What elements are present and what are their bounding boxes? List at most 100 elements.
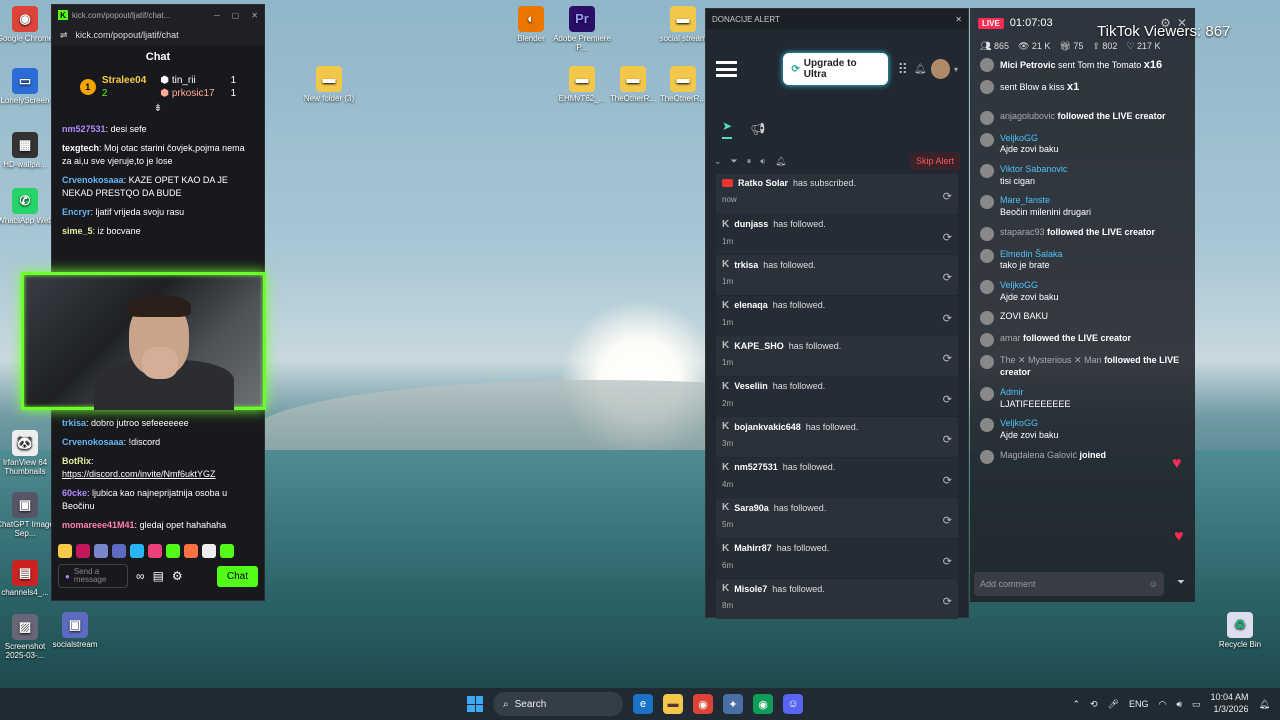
- chat-username[interactable]: BotRix: [62, 456, 91, 466]
- language-indicator[interactable]: ENG: [1129, 699, 1149, 709]
- network-icon[interactable]: ⟲: [1090, 699, 1098, 710]
- emoji-icon[interactable]: ☺: [1149, 579, 1158, 589]
- chrome-icon[interactable]: ◉: [693, 694, 713, 714]
- taskbar-search[interactable]: ⌕ Search: [493, 692, 623, 716]
- clock[interactable]: 10:04 AM 1/3/2026: [1211, 692, 1249, 715]
- emote-icon[interactable]: [148, 544, 162, 558]
- emote-icon[interactable]: [130, 544, 144, 558]
- chat-username[interactable]: sime_5: [62, 226, 93, 236]
- desktop-icon-socialstream[interactable]: ▣ socialstream: [44, 612, 106, 649]
- emote-icon[interactable]: [112, 544, 126, 558]
- notification-bell-icon[interactable]: 🔔︎: [1259, 699, 1270, 710]
- replay-icon[interactable]: ⟳: [943, 312, 952, 325]
- kick-icon: K: [722, 380, 730, 392]
- discord-icon[interactable]: ☺: [783, 694, 803, 714]
- alert-name: Ratko Solar: [738, 178, 789, 188]
- chat-username[interactable]: trkisa: [62, 418, 86, 428]
- chat-username[interactable]: Encryr: [62, 207, 91, 217]
- desktop-icon[interactable]: 🐼 IrfanView 64 Thumbnails: [0, 430, 56, 476]
- apps-grid-icon[interactable]: ⠿: [898, 61, 908, 78]
- minimize-icon[interactable]: ─: [214, 11, 220, 20]
- replay-icon[interactable]: ⟳: [943, 190, 952, 203]
- desktop-icon[interactable]: ▭ LonelyScreen: [0, 68, 56, 105]
- desktop-icon[interactable]: ▦ HD-wallpa...: [0, 132, 56, 169]
- message-input[interactable]: ● Send a message: [58, 564, 128, 588]
- chrome-canary-icon[interactable]: ◉: [753, 694, 773, 714]
- settings-gear-icon[interactable]: ⚙: [172, 569, 183, 583]
- replay-icon[interactable]: ⟳: [943, 352, 952, 365]
- emote-icon[interactable]: [220, 544, 234, 558]
- chevron-down-icon[interactable]: ▾: [954, 65, 958, 74]
- emote-icon[interactable]: [94, 544, 108, 558]
- emote-icon[interactable]: [58, 544, 72, 558]
- desktop-icon[interactable]: ▤ channels4_...: [0, 560, 56, 597]
- chat-username[interactable]: texgtech: [62, 143, 99, 153]
- dona-toolbar: ⟳ Upgrade to Ultra ⠿ 🔔︎ ▾ ➤: [706, 29, 968, 109]
- replay-icon[interactable]: ⟳: [943, 271, 952, 284]
- filter-icon[interactable]: ⏷: [731, 156, 738, 167]
- close-icon[interactable]: ✕: [251, 11, 258, 20]
- emote-icon[interactable]: [166, 544, 180, 558]
- replay-icon[interactable]: ⟳: [943, 433, 952, 446]
- app-icon[interactable]: ✦: [723, 694, 743, 714]
- edge-icon[interactable]: e: [633, 694, 653, 714]
- maximize-icon[interactable]: ▢: [232, 11, 240, 20]
- chat-username[interactable]: 60cke: [62, 488, 87, 498]
- emote-icon[interactable]: [76, 544, 90, 558]
- bell-icon[interactable]: 🔔︎: [914, 64, 927, 75]
- volume-icon[interactable]: 🔊︎: [1176, 699, 1182, 710]
- battery-icon[interactable]: ▭: [1192, 699, 1201, 710]
- add-comment-input[interactable]: Add comment ☺: [974, 572, 1164, 596]
- skip-alert-button[interactable]: Skip Alert: [909, 152, 960, 170]
- emote-icon[interactable]: [202, 544, 216, 558]
- replay-icon[interactable]: ⟳: [943, 231, 952, 244]
- desktop-icon-label: IrfanView 64 Thumbnails: [2, 458, 48, 477]
- chat-username[interactable]: momareee41M41: [62, 520, 135, 530]
- feed-body: staparac93 followed the LIVE creator: [1000, 227, 1155, 239]
- alert-action: has followed.: [772, 381, 826, 391]
- file-explorer-icon[interactable]: ▬: [663, 694, 683, 714]
- feed-text: Ajde zovi baku: [1000, 429, 1059, 440]
- discord-link[interactable]: https://discord.com/invite/Nmf6uktYGZ: [62, 469, 216, 479]
- tab-send-icon[interactable]: ➤: [722, 119, 733, 139]
- chevron-down-icon[interactable]: ⌄: [714, 156, 722, 167]
- emote-icon[interactable]: [184, 544, 198, 558]
- site-settings-icon[interactable]: ⇌: [60, 30, 68, 41]
- collapse-icon[interactable]: ⇟: [52, 104, 264, 115]
- replay-icon[interactable]: ⟳: [943, 555, 952, 568]
- desktop-icon-recycle-bin[interactable]: ♻ Recycle Bin: [1209, 612, 1271, 649]
- chevron-up-icon[interactable]: ⌃: [1072, 699, 1080, 710]
- menu-icon[interactable]: [716, 61, 738, 77]
- bell-icon[interactable]: 🔔︎: [775, 156, 786, 167]
- replay-icon[interactable]: ⟳: [943, 474, 952, 487]
- kick-url-bar[interactable]: ⇌ kick.com/popout/ljatif/chat: [52, 25, 264, 45]
- desktop-icon[interactable]: ✆ WhatsApp Web: [0, 188, 56, 225]
- alert-time: 1m: [722, 277, 734, 286]
- filter-icon[interactable]: ⏷: [1177, 577, 1185, 588]
- volume-icon[interactable]: 🔉︎: [760, 156, 766, 167]
- upgrade-button[interactable]: ⟳ Upgrade to Ultra: [783, 53, 888, 85]
- chat-send-button[interactable]: Chat: [216, 565, 258, 587]
- replay-icon[interactable]: ⟳: [943, 595, 952, 608]
- chat-username[interactable]: Crvenokosaaa: [62, 437, 124, 447]
- desktop-icon[interactable]: Pr Adobe Premiere P...: [551, 6, 613, 52]
- feed-text: joined: [1079, 449, 1107, 460]
- kick-icon: K: [722, 461, 730, 473]
- kick-url: kick.com/popout/ljatif/chat: [75, 30, 179, 40]
- chat-username[interactable]: nm527531: [62, 124, 106, 134]
- wifi-icon[interactable]: ◠: [1158, 699, 1166, 710]
- start-button[interactable]: [467, 696, 483, 712]
- close-icon[interactable]: ✕: [955, 15, 962, 24]
- store-icon[interactable]: ▤: [153, 569, 164, 583]
- desktop-icon[interactable]: ▬ New folder (3): [298, 66, 360, 103]
- desktop-icon[interactable]: ◉ Google Chrome: [0, 6, 56, 43]
- avatar[interactable]: [930, 59, 950, 79]
- replay-icon[interactable]: ⟳: [943, 514, 952, 527]
- emoji-icon[interactable]: ∞: [136, 569, 145, 583]
- chat-username[interactable]: Crvenokosaaa: [62, 175, 124, 185]
- replay-icon[interactable]: ⟳: [943, 393, 952, 406]
- desktop-icon[interactable]: ▣ ChatGPT Image Sep...: [0, 492, 56, 538]
- pause-icon[interactable]: ⏸︎: [747, 156, 752, 167]
- microphone-icon[interactable]: 🎤︎: [1108, 699, 1119, 710]
- tab-megaphone-icon[interactable]: 📢︎: [750, 122, 765, 136]
